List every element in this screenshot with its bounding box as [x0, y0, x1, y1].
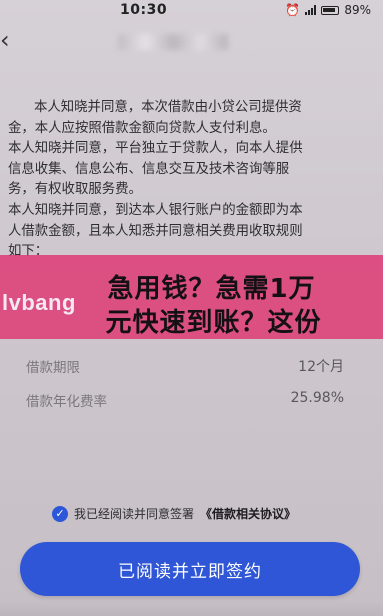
battery-icon: [321, 5, 340, 15]
battery-level: 89%: [344, 3, 371, 17]
agreement-line: 本人知晓并同意，到达本人银行账户的金额即为本: [8, 202, 303, 218]
status-icons: ⏰ 89%: [285, 3, 371, 17]
detail-row-rate: 借款年化费率 25.98%: [26, 390, 344, 410]
sign-button[interactable]: 已阅读并立即签约: [20, 542, 360, 596]
blurred-page-title: [118, 34, 228, 50]
detail-value: 25.98%: [290, 390, 344, 406]
consent-text: 我已经阅读并同意签署: [74, 507, 195, 521]
signal-icon: [305, 5, 317, 15]
banner-headline-line2: 元快速到账？这份: [105, 308, 322, 338]
agreement-line: 务，有权收取服务费。: [8, 182, 142, 198]
agreement-line: 人借款金额，且本人知悉并同意相关费用收取规则: [8, 223, 303, 239]
checkbox-checked-icon[interactable]: ✓: [52, 505, 68, 522]
chevron-left-icon[interactable]: ‹: [0, 28, 14, 52]
detail-value: 12个月: [298, 359, 344, 375]
bottom-fade: [0, 600, 383, 616]
agreement-line: 本人知晓并同意，平台独立于贷款人，向本人提供: [8, 141, 303, 157]
status-bar: 10:30 ⏰ 89%: [0, 0, 383, 20]
watermark-text: lvbang: [2, 290, 76, 315]
agreement-link[interactable]: 《借款相关协议》: [200, 505, 296, 522]
phone-screen: 10:30 ⏰ 89% ‹ 本人知晓并同意，本次借款由小贷公司提供资 金，本人应…: [0, 0, 383, 616]
agreement-line: 信息收集、信息公布、信息交互及技术咨询等服: [8, 161, 290, 177]
agreement-line: 金，本人应按照借款金额向贷款人支付利息。: [8, 120, 276, 136]
alarm-icon: ⏰: [285, 3, 301, 17]
status-time: 10:30: [120, 2, 168, 18]
consent-row[interactable]: ✓ 我已经阅读并同意签署 《借款相关协议》: [52, 505, 296, 522]
agreement-text: 本人知晓并同意，本次借款由小贷公司提供资 金，本人应按照借款金额向贷款人支付利息…: [8, 98, 374, 263]
detail-label: 借款期限: [26, 360, 80, 376]
detail-label: 借款年化费率: [26, 394, 107, 410]
detail-row-term: 借款期限 12个月: [26, 356, 344, 376]
agreement-line: 本人知晓并同意，本次借款由小贷公司提供资: [34, 100, 302, 115]
